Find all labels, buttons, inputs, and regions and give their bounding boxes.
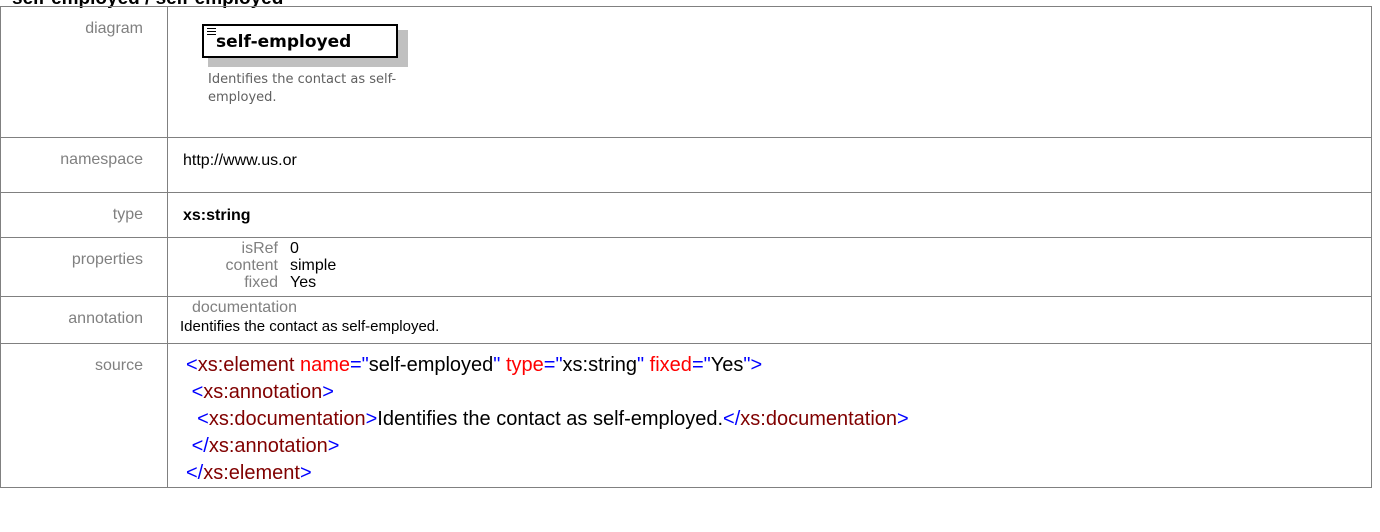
property-key: content bbox=[225, 257, 278, 274]
element-description: Identifies the contact as self-employed. bbox=[208, 72, 397, 105]
source-cell: <xs:element name="self-employed" type="x… bbox=[167, 343, 1372, 488]
properties-row: properties isRef 0 content simple fixed … bbox=[0, 237, 1372, 297]
source-line: <xs:element name="self-employed" type="x… bbox=[186, 354, 763, 376]
annotation-row: annotation documentation Identifies the … bbox=[0, 296, 1372, 344]
diagram-cell: self-employed Identifies the contact as … bbox=[167, 6, 1372, 138]
source-line: <xs:documentation>Identifies the contact… bbox=[197, 408, 909, 430]
annotation-text: Identifies the contact as self-employed. bbox=[180, 318, 440, 335]
source-line: </xs:annotation> bbox=[191, 435, 340, 457]
properties-label: properties bbox=[0, 237, 168, 297]
element-box-name: self-employed bbox=[216, 32, 352, 52]
element-diagram: self-employed Identifies the contact as … bbox=[168, 7, 1371, 137]
source-line: <xs:annotation> bbox=[191, 381, 334, 403]
element-property-table: diagram self-employed Identifies the con… bbox=[0, 6, 1372, 488]
property-key: isRef bbox=[241, 240, 278, 257]
type-cell: xs:string bbox=[167, 192, 1372, 238]
annotation-cell: documentation Identifies the contact as … bbox=[167, 296, 1372, 344]
namespace-cell: http://www.us.or bbox=[167, 137, 1372, 193]
namespace-row: namespace http://www.us.or bbox=[0, 137, 1372, 193]
type-label: type bbox=[0, 192, 168, 238]
element-box[interactable]: self-employed bbox=[202, 24, 398, 58]
source-code: <xs:element name="self-employed" type="x… bbox=[183, 344, 1371, 487]
property-value: 0 bbox=[290, 240, 299, 257]
namespace-value: http://www.us.or bbox=[183, 152, 297, 169]
namespace-label: namespace bbox=[0, 137, 168, 193]
type-row: type xs:string bbox=[0, 192, 1372, 238]
properties-list: isRef 0 content simple fixed Yes bbox=[183, 238, 1371, 291]
property-value: simple bbox=[290, 257, 337, 274]
diagram-label: diagram bbox=[0, 6, 168, 138]
source-row: source <xs:element name="self-employed" … bbox=[0, 343, 1372, 488]
element-lines-icon bbox=[207, 28, 216, 37]
type-value: xs:string bbox=[183, 207, 251, 224]
diagram-row: diagram self-employed Identifies the con… bbox=[0, 6, 1372, 138]
properties-cell: isRef 0 content simple fixed Yes bbox=[167, 237, 1372, 297]
source-line: </xs:element> bbox=[186, 462, 312, 484]
annotation-heading: documentation bbox=[192, 299, 297, 316]
annotation-label: annotation bbox=[0, 296, 168, 344]
property-value: Yes bbox=[290, 274, 317, 291]
source-label: source bbox=[0, 343, 168, 488]
property-key: fixed bbox=[244, 274, 278, 291]
